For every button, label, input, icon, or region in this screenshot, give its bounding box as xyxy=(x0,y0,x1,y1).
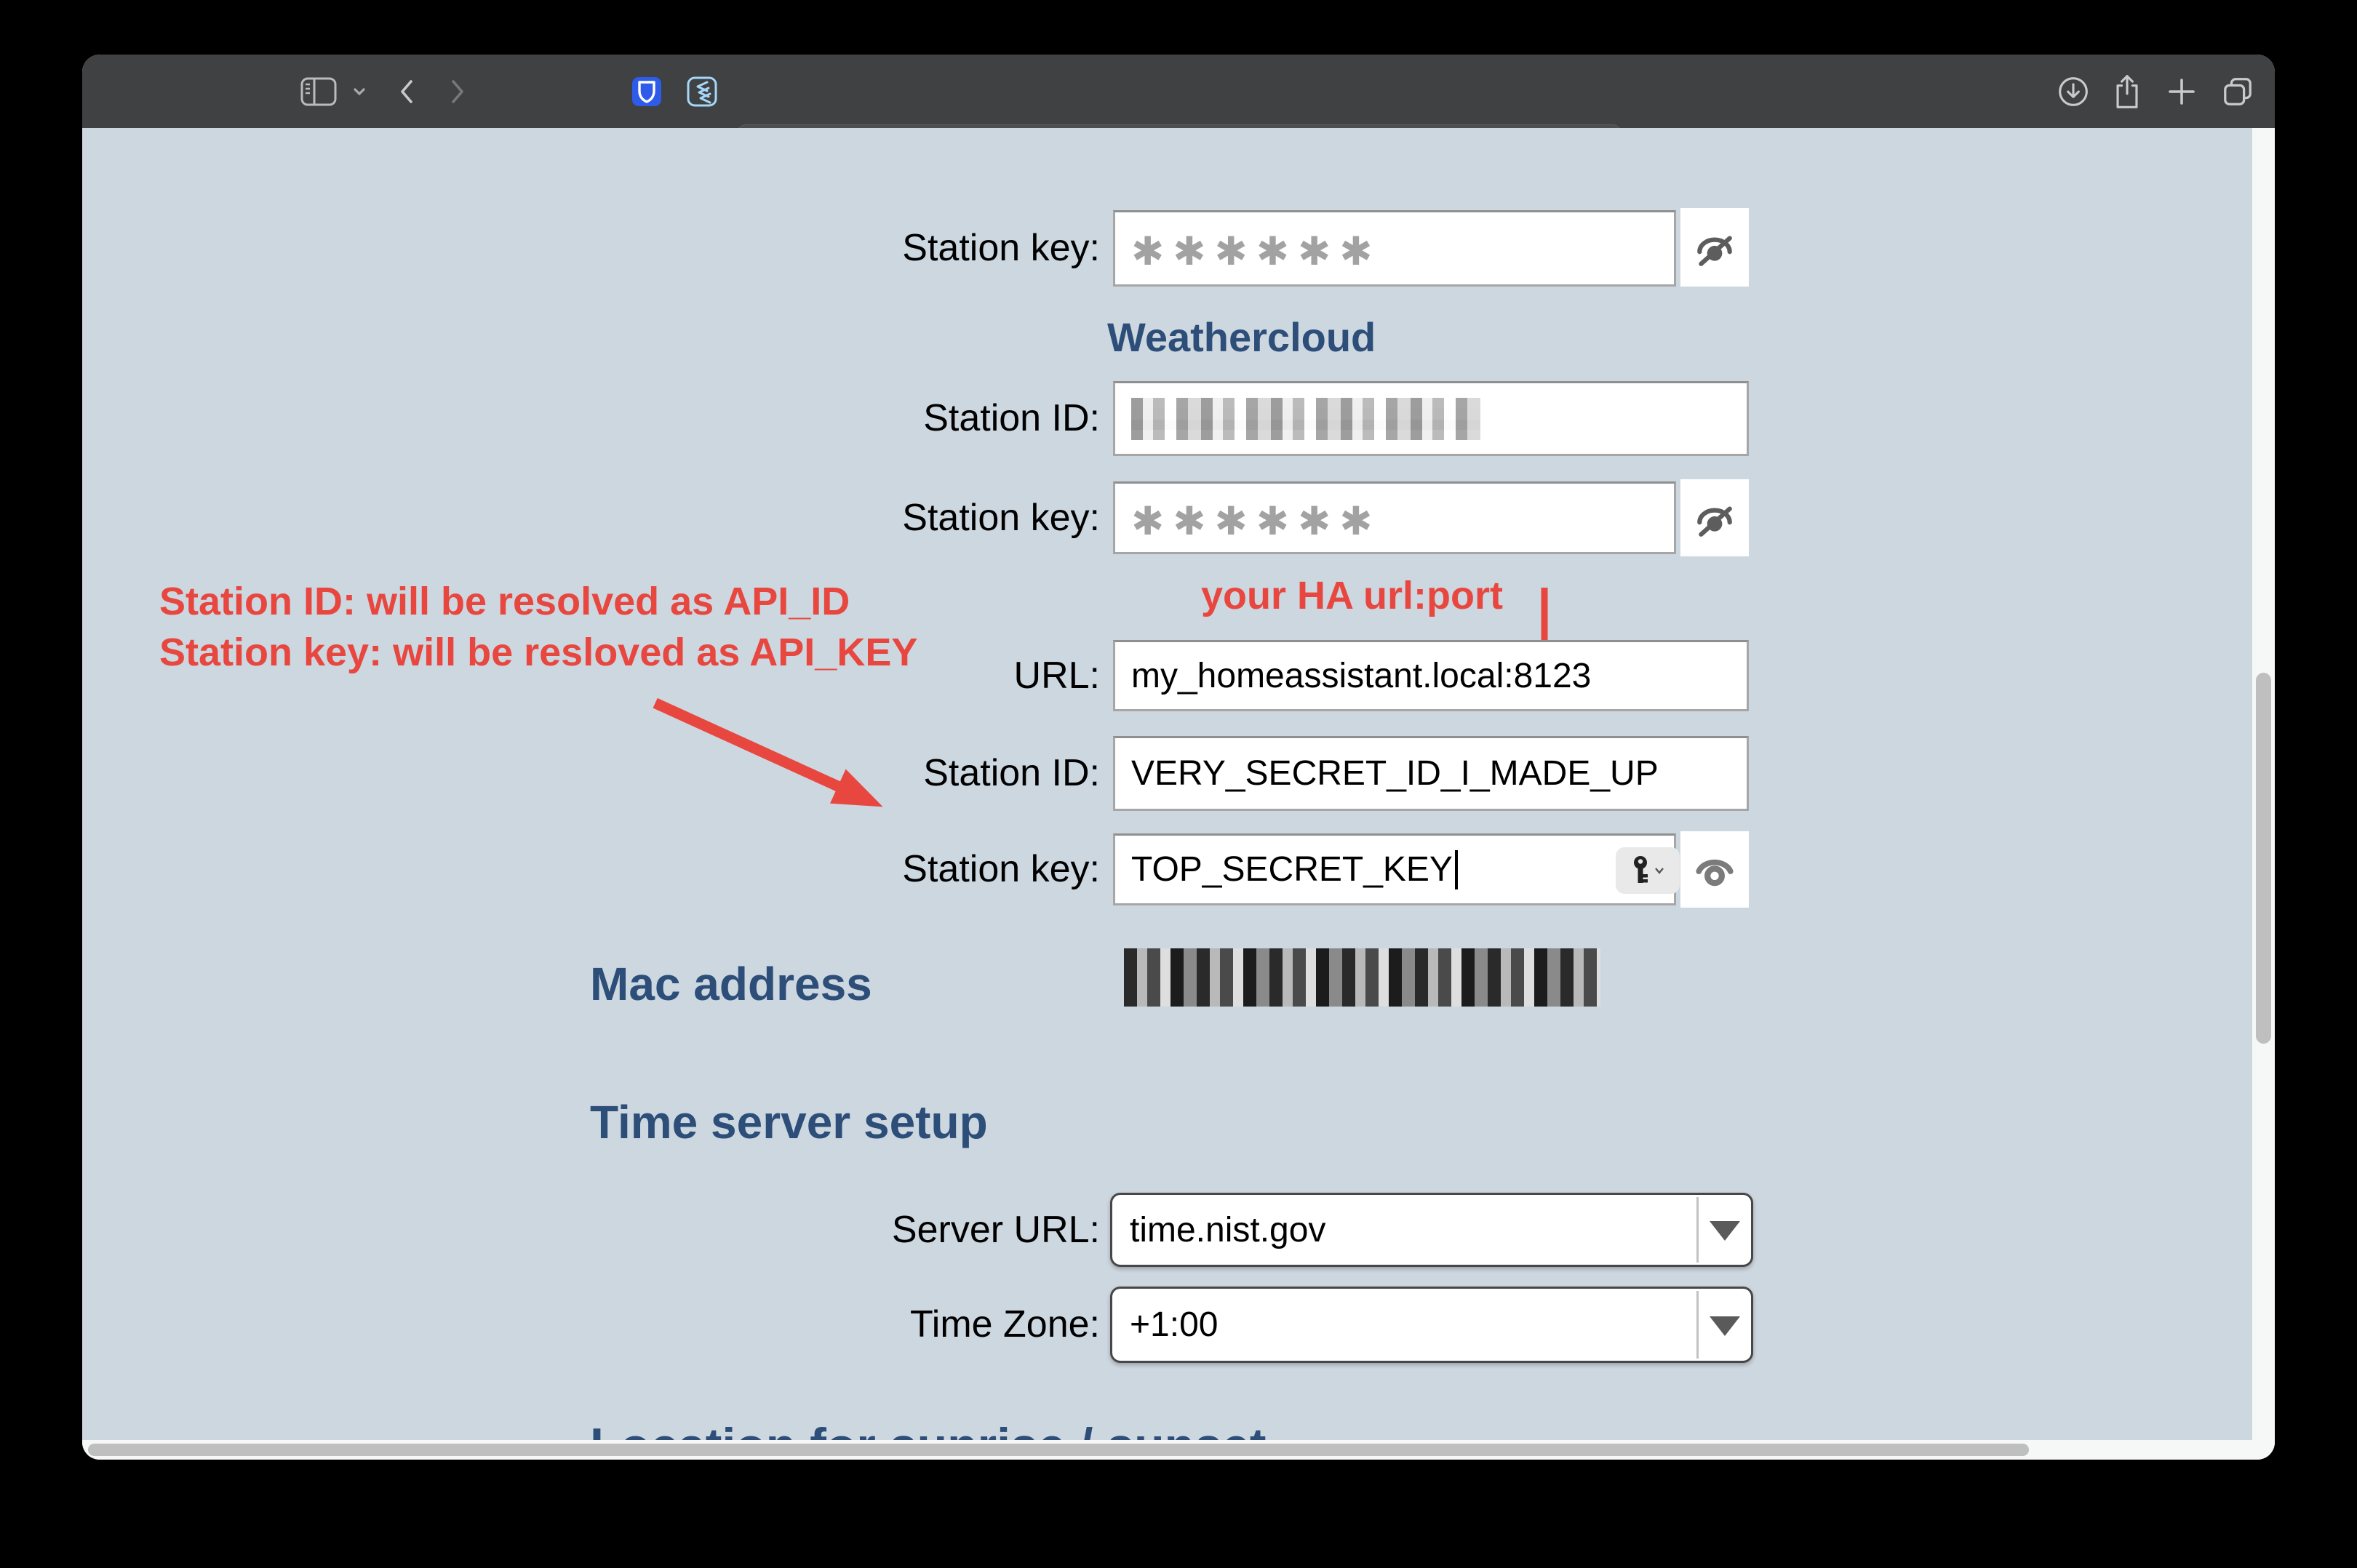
eye-icon xyxy=(1694,849,1736,891)
browser-window: 192.168.1.1 xyxy=(82,55,2275,1460)
ha-station-key-input[interactable]: TOP_SECRET_KEY xyxy=(1113,833,1676,905)
ha-url-value: my_homeassistant.local:8123 xyxy=(1131,656,1591,696)
time-zone-value: +1:00 xyxy=(1130,1305,1218,1345)
bitwarden-extension-icon[interactable] xyxy=(629,55,664,128)
eye-slash-icon xyxy=(1694,226,1736,268)
ha-station-key-label: Station key: xyxy=(722,833,1100,905)
redacted-station-id xyxy=(1131,398,1480,440)
ha-station-id-input[interactable]: VERY_SECRET_ID_I_MADE_UP xyxy=(1113,736,1749,811)
password-autofill-button[interactable] xyxy=(1616,847,1680,894)
eye-slash-icon xyxy=(1694,497,1736,539)
dropdown-arrow-icon xyxy=(1710,1316,1740,1336)
forward-button[interactable] xyxy=(442,55,473,128)
select-divider xyxy=(1696,1291,1699,1359)
sidebar-icon[interactable] xyxy=(297,55,340,128)
server-url-value: time.nist.gov xyxy=(1130,1210,1325,1250)
extension-icon[interactable] xyxy=(685,55,719,128)
ha-station-id-label: Station ID: xyxy=(722,736,1100,811)
wu-station-key-label: Station key: xyxy=(722,210,1100,287)
chevron-down-icon[interactable] xyxy=(348,55,370,128)
select-divider xyxy=(1696,1197,1699,1263)
wc-show-password-button[interactable] xyxy=(1680,479,1749,556)
tab-overview-button[interactable] xyxy=(2218,55,2257,128)
wu-station-key-input[interactable]: ✱✱✱✱✱✱ xyxy=(1113,210,1676,287)
chevron-down-icon xyxy=(1654,867,1664,874)
server-url-label: Server URL: xyxy=(722,1193,1100,1267)
weathercloud-heading: Weathercloud xyxy=(1107,313,1376,361)
dropdown-arrow-icon xyxy=(1710,1221,1740,1241)
annotation-ha-url-port: your HA url:port xyxy=(1201,573,1503,618)
time-zone-label: Time Zone: xyxy=(722,1287,1100,1363)
ha-show-password-button[interactable] xyxy=(1680,831,1749,908)
mac-address-heading: Mac address xyxy=(590,957,872,1011)
wc-station-id-label: Station ID: xyxy=(722,381,1100,456)
masked-password: ✱✱✱✱✱✱ xyxy=(1131,223,1381,274)
page-content: Station key: ✱✱✱✱✱✱ Weathercloud Station… xyxy=(82,128,2252,1440)
new-tab-button[interactable] xyxy=(2163,55,2200,128)
back-button[interactable] xyxy=(391,55,422,128)
wc-station-key-label: Station key: xyxy=(722,481,1100,554)
annotation-api-id: Station ID: will be resolved as API_ID xyxy=(159,579,850,624)
server-url-select[interactable]: time.nist.gov xyxy=(1110,1193,1753,1267)
key-icon xyxy=(1631,855,1650,886)
share-button[interactable] xyxy=(2109,55,2145,128)
masked-password: ✱✱✱✱✱✱ xyxy=(1131,492,1381,544)
ha-url-label: URL: xyxy=(722,640,1100,711)
time-zone-select[interactable]: +1:00 xyxy=(1110,1287,1753,1363)
redacted-mac-address xyxy=(1124,948,1600,1007)
text-caret xyxy=(1455,850,1458,889)
ha-url-input[interactable]: my_homeassistant.local:8123 xyxy=(1113,640,1749,711)
wu-show-password-button[interactable] xyxy=(1680,208,1749,287)
wc-station-key-input[interactable]: ✱✱✱✱✱✱ xyxy=(1113,481,1676,554)
time-server-heading: Time server setup xyxy=(590,1095,988,1149)
wc-station-id-input[interactable] xyxy=(1113,381,1749,456)
ha-station-key-value: TOP_SECRET_KEY xyxy=(1131,849,1453,889)
downloads-button[interactable] xyxy=(2055,55,2091,128)
ha-station-id-value: VERY_SECRET_ID_I_MADE_UP xyxy=(1131,753,1659,793)
horizontal-scrollbar-thumb[interactable] xyxy=(88,1444,2029,1456)
vertical-scrollbar-thumb[interactable] xyxy=(2256,673,2271,1044)
browser-toolbar: 192.168.1.1 xyxy=(82,55,2275,128)
